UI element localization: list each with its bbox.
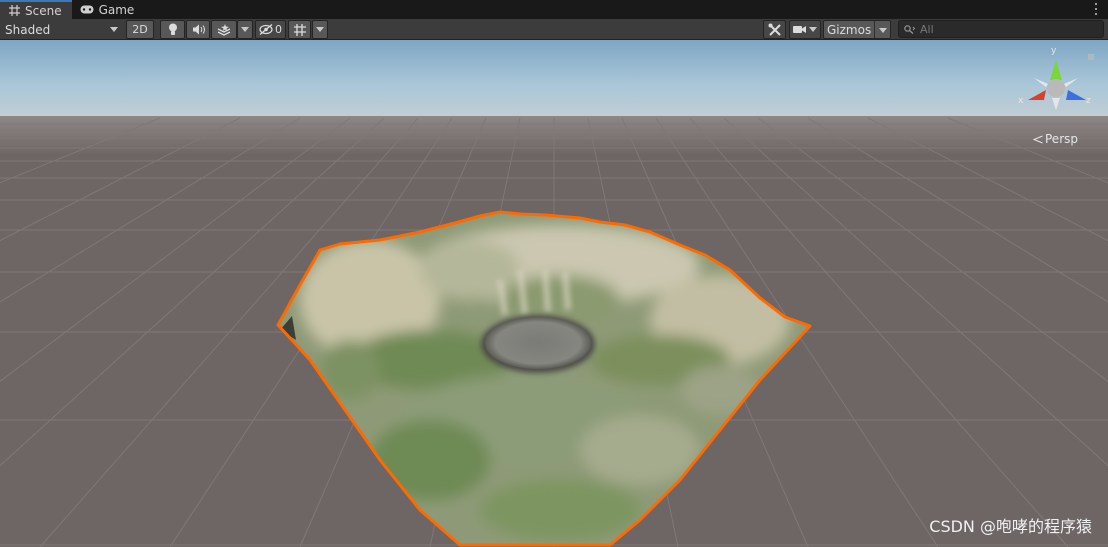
scene-visibility-button[interactable]: 0: [255, 20, 286, 39]
camera-settings-button[interactable]: [789, 20, 821, 39]
lock-icon[interactable]: [1088, 54, 1094, 60]
perspective-icon: [1033, 135, 1043, 143]
hierarchy-search-field[interactable]: [898, 20, 1104, 38]
search-input[interactable]: [920, 22, 1090, 36]
tab-game-label: Game: [98, 2, 135, 17]
tab-scene[interactable]: Scene: [0, 0, 72, 19]
hidden-eye-icon: [259, 24, 273, 35]
chevron-down-icon: [241, 27, 249, 32]
effects-dropdown-button[interactable]: [237, 20, 253, 39]
window-menu-icon[interactable]: [1092, 2, 1100, 16]
tab-scene-label: Scene: [25, 3, 62, 18]
shading-mode-dropdown[interactable]: Shaded: [0, 20, 122, 39]
scene-toolbar: Shaded 2D 0 Gizmos: [0, 19, 1108, 40]
speaker-icon: [192, 24, 205, 35]
x-axis-label: x: [1018, 96, 1024, 106]
skybox: [0, 40, 1108, 120]
y-axis-label: y: [1051, 46, 1057, 56]
grid-icon: [8, 5, 20, 17]
2d-toggle-button[interactable]: 2D: [126, 20, 154, 39]
lighting-toggle-button[interactable]: [160, 20, 185, 39]
layers-effects-icon: [217, 23, 231, 36]
projection-label: Persp: [1045, 132, 1078, 146]
effects-toggle-button[interactable]: [211, 20, 237, 39]
audio-toggle-button[interactable]: [186, 20, 210, 39]
gamepad-icon: [80, 4, 94, 16]
shading-mode-label: Shaded: [5, 22, 51, 37]
lightbulb-icon: [168, 23, 177, 35]
projection-toggle[interactable]: Persp: [1033, 132, 1078, 146]
grid-snap-icon: [293, 23, 306, 36]
z-axis-label: z: [1086, 96, 1091, 106]
chevron-down-icon: [110, 27, 118, 32]
hidden-count: 0: [275, 23, 282, 36]
gizmos-dropdown[interactable]: Gizmos: [823, 20, 891, 39]
tab-game[interactable]: Game: [72, 0, 145, 19]
tools-icon: [768, 23, 781, 36]
search-icon: [904, 24, 915, 34]
camera-icon: [793, 26, 806, 33]
chevron-down-icon: [809, 27, 817, 32]
gizmo-center-cube[interactable]: [1047, 79, 1065, 97]
grid-toggle-button[interactable]: [288, 20, 311, 39]
watermark: CSDN @咆哮的程序猿: [929, 517, 1092, 536]
gizmos-label: Gizmos: [827, 22, 872, 37]
chevron-down-icon: [879, 28, 887, 33]
scene-viewport[interactable]: y x z Persp CSDN @咆哮的程序猿: [0, 40, 1108, 547]
grid-dropdown-button[interactable]: [312, 20, 328, 39]
tools-button[interactable]: [763, 20, 786, 39]
terrain-hole: [485, 317, 591, 369]
2d-toggle-label: 2D: [132, 23, 148, 36]
scene-canvas[interactable]: [0, 40, 1108, 547]
chevron-down-icon: [316, 27, 324, 32]
window-tab-bar: Scene Game: [0, 0, 1108, 19]
